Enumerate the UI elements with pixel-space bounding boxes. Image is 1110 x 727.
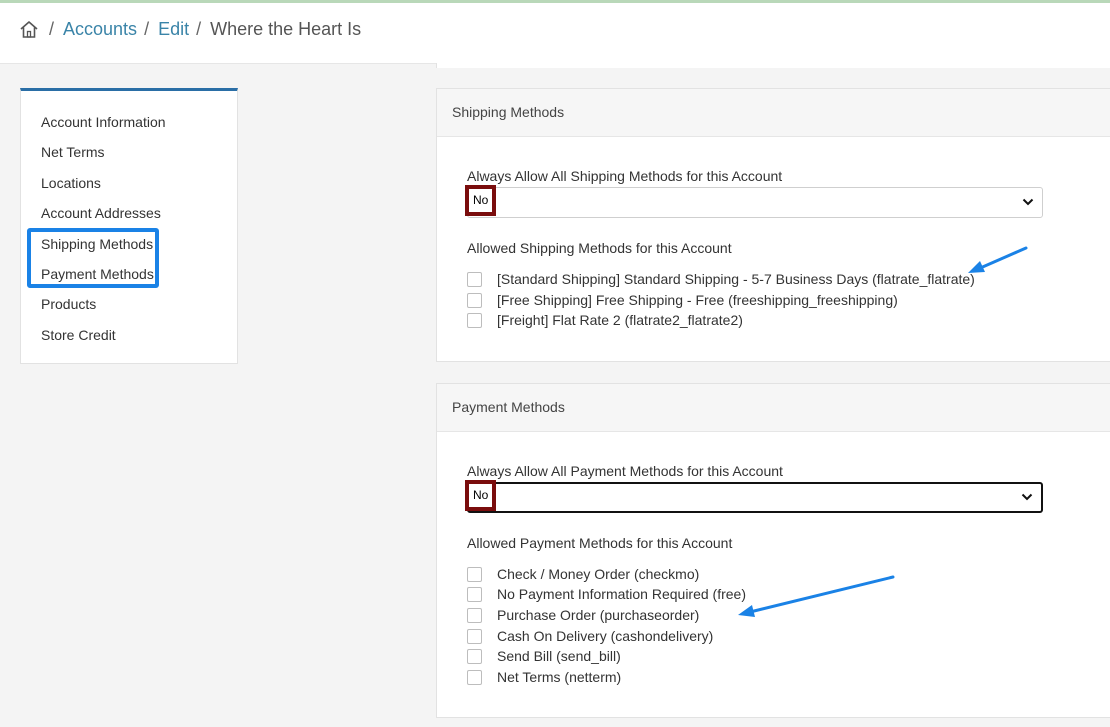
breadcrumb-edit-link[interactable]: Edit bbox=[158, 19, 189, 40]
payment-method-label: Net Terms (netterm) bbox=[497, 669, 622, 685]
shipping-method-label: [Free Shipping] Free Shipping - Free (fr… bbox=[497, 292, 898, 308]
sidebar-item-net-terms[interactable]: Net Terms bbox=[41, 144, 105, 160]
sidebar-item-shipping-methods[interactable]: Shipping Methods bbox=[41, 236, 153, 252]
payment-methods-panel: Payment Methods Always Allow All Payment… bbox=[436, 383, 1110, 718]
breadcrumb-separator: / bbox=[144, 19, 150, 39]
shipping-method-label: [Freight] Flat Rate 2 (flatrate2_flatrat… bbox=[497, 312, 743, 328]
payment-method-checkbox[interactable] bbox=[467, 586, 482, 602]
sidebar-item-products[interactable]: Products bbox=[41, 296, 96, 312]
payment-method-checkbox[interactable] bbox=[467, 566, 482, 582]
shipping-methods-panel: Shipping Methods Always Allow All Shippi… bbox=[436, 88, 1110, 362]
previous-panel-bottom bbox=[436, 63, 1110, 68]
page-header: / Accounts / Edit / Where the Heart Is bbox=[0, 3, 1110, 64]
annotation-arrow-icon bbox=[968, 246, 1028, 273]
shipping-method-option: [Standard Shipping] Standard Shipping - … bbox=[467, 271, 975, 287]
shipping-panel-title: Shipping Methods bbox=[437, 89, 1110, 137]
breadcrumb-separator: / bbox=[49, 19, 55, 39]
payment-method-checkbox[interactable] bbox=[467, 669, 482, 685]
shipping-method-option: [Free Shipping] Free Shipping - Free (fr… bbox=[467, 292, 898, 308]
payment-method-option: Cash On Delivery (cashondelivery) bbox=[467, 628, 713, 644]
always-allow-payment-label: Always Allow All Payment Methods for thi… bbox=[467, 463, 783, 479]
sidebar-item-account-information[interactable]: Account Information bbox=[41, 114, 166, 130]
breadcrumb-current-page: Where the Heart Is bbox=[210, 19, 362, 39]
payment-method-option: Send Bill (send_bill) bbox=[467, 648, 621, 664]
payment-method-label: Purchase Order (purchaseorder) bbox=[497, 607, 700, 623]
always-allow-payment-select[interactable]: No bbox=[465, 480, 1043, 513]
breadcrumb: / Accounts / Edit / Where the Heart Is bbox=[19, 19, 361, 40]
sidebar-item-account-addresses[interactable]: Account Addresses bbox=[41, 205, 161, 221]
payment-method-option: Net Terms (netterm) bbox=[467, 669, 621, 685]
shipping-method-label: [Standard Shipping] Standard Shipping - … bbox=[497, 271, 975, 287]
account-sidebar-nav: Account Information Net Terms Locations … bbox=[20, 88, 238, 364]
payment-method-label: Check / Money Order (checkmo) bbox=[497, 566, 700, 582]
always-allow-shipping-label: Always Allow All Shipping Methods for th… bbox=[467, 168, 783, 184]
payment-method-checkbox[interactable] bbox=[467, 607, 482, 623]
home-icon[interactable] bbox=[19, 20, 39, 40]
payment-method-label: Send Bill (send_bill) bbox=[497, 648, 621, 664]
payment-method-label: No Payment Information Required (free) bbox=[497, 586, 746, 602]
payment-method-checkbox[interactable] bbox=[467, 628, 482, 644]
breadcrumb-accounts-link[interactable]: Accounts bbox=[63, 19, 137, 40]
always-allow-payment-value: No bbox=[465, 480, 497, 511]
sidebar-item-locations[interactable]: Locations bbox=[41, 175, 101, 191]
annotation-arrow-icon bbox=[738, 575, 895, 617]
shipping-method-option: [Freight] Flat Rate 2 (flatrate2_flatrat… bbox=[467, 312, 743, 328]
payment-method-checkbox[interactable] bbox=[467, 648, 482, 664]
always-allow-shipping-select[interactable]: No bbox=[465, 185, 1043, 218]
allowed-payment-label: Allowed Payment Methods for this Account bbox=[467, 535, 733, 551]
shipping-method-checkbox[interactable] bbox=[467, 292, 482, 308]
breadcrumb-separator: / bbox=[196, 19, 202, 39]
allowed-shipping-label: Allowed Shipping Methods for this Accoun… bbox=[467, 240, 732, 256]
shipping-method-checkbox[interactable] bbox=[467, 312, 482, 328]
payment-method-label: Cash On Delivery (cashondelivery) bbox=[497, 628, 714, 644]
payment-panel-title: Payment Methods bbox=[437, 384, 1110, 432]
payment-method-option: No Payment Information Required (free) bbox=[467, 586, 746, 602]
chevron-down-icon bbox=[1021, 493, 1033, 501]
shipping-method-checkbox[interactable] bbox=[467, 271, 482, 287]
sidebar-item-store-credit[interactable]: Store Credit bbox=[41, 327, 116, 343]
sidebar-item-payment-methods[interactable]: Payment Methods bbox=[41, 266, 154, 282]
payment-method-option: Check / Money Order (checkmo) bbox=[467, 566, 699, 582]
payment-method-option: Purchase Order (purchaseorder) bbox=[467, 607, 699, 623]
chevron-down-icon bbox=[1022, 198, 1034, 206]
always-allow-shipping-value: No bbox=[465, 185, 497, 216]
